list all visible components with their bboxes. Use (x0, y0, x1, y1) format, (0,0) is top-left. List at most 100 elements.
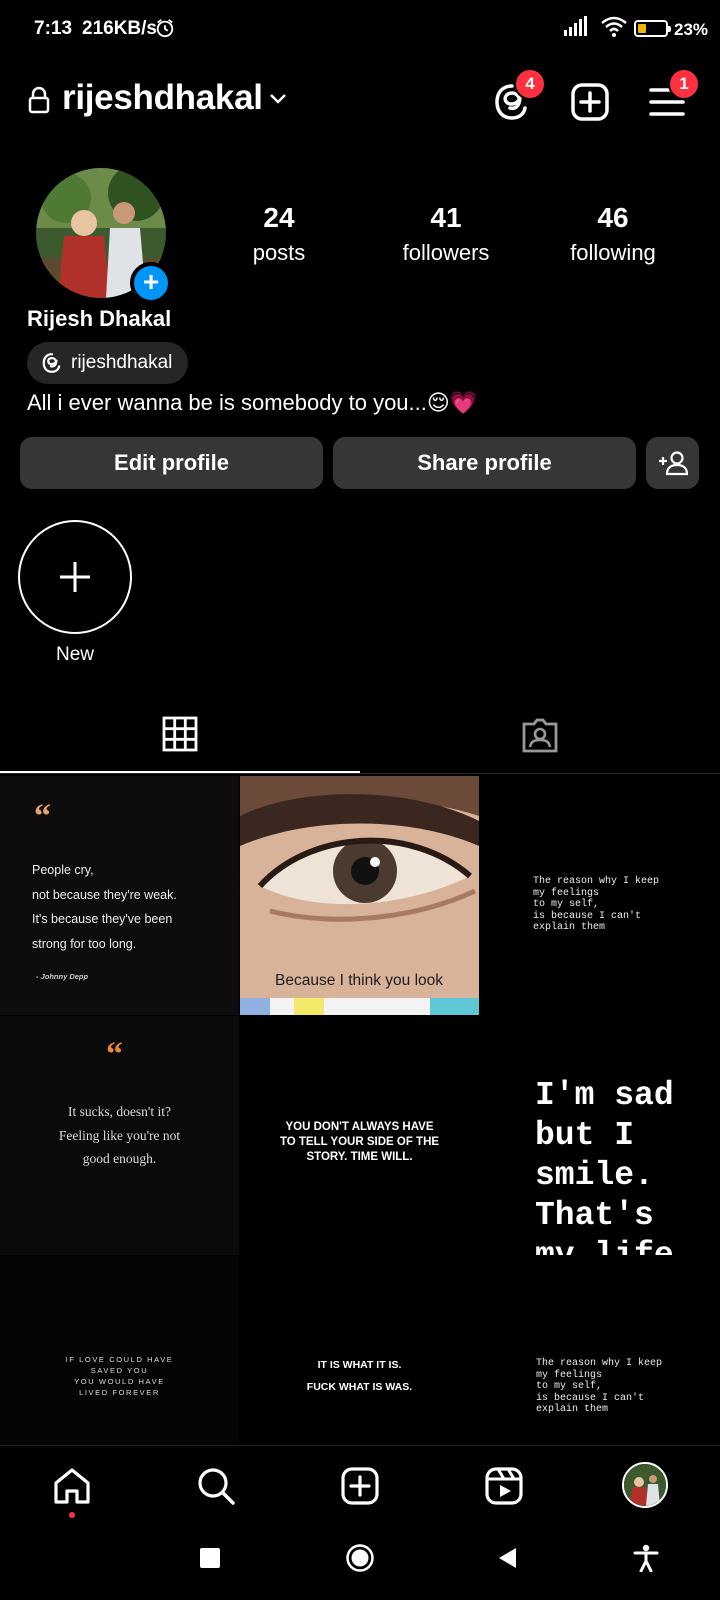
post-caption: Because I think you look (275, 972, 444, 989)
followers-count[interactable]: 41 followers (366, 202, 526, 266)
create-post-icon[interactable] (570, 82, 610, 122)
profile-nav-avatar[interactable] (622, 1462, 668, 1508)
post-author: - Johnny Depp (36, 972, 89, 981)
post-thumbnail[interactable]: “ People cry, not because they're weak. … (0, 776, 239, 1015)
share-profile-label: Share profile (417, 450, 552, 475)
plus-icon (60, 562, 90, 592)
post-line: STORY. TIME WILL. (306, 1151, 413, 1163)
post-line: to my self, (536, 1381, 603, 1392)
tab-divider (0, 773, 720, 774)
post-line: IF LOVE COULD HAVE (65, 1355, 174, 1364)
bio: All i ever wanna be is somebody to you..… (27, 390, 478, 415)
post-thumbnail[interactable]: Because I think you look (240, 776, 479, 1015)
post-thumbnail[interactable]: IF LOVE COULD HAVE SAVED YOU YOU WOULD H… (0, 1256, 239, 1445)
post-line: IT IS WHAT IT IS. (317, 1359, 402, 1371)
add-story-plus-icon[interactable]: + (130, 262, 172, 304)
post-thumbnail[interactable]: “ It sucks, doesn't it? Feeling like you… (0, 1016, 239, 1255)
post-line: The reason why I keep (533, 876, 660, 887)
post-text: IF LOVE COULD HAVE SAVED YOU YOU WOULD H… (0, 1354, 239, 1398)
post-thumbnail[interactable]: I'm sad but I smile. That's my life (480, 1016, 719, 1255)
posts-count[interactable]: 24 posts (199, 202, 359, 266)
stat-value: 41 (430, 202, 462, 233)
following-count[interactable]: 46 following (533, 202, 693, 266)
post-line: my life (535, 1236, 674, 1255)
home-icon[interactable] (52, 1466, 92, 1506)
post-line: It sucks, doesn't it? (68, 1104, 171, 1119)
post-text: I'm sad but I smile. That's my life (535, 1076, 674, 1255)
avatar-photo (624, 1464, 666, 1506)
post-text: IT IS WHAT IT IS. FUCK WHAT IS WAS. (240, 1354, 479, 1398)
quote-mark: “ (34, 798, 51, 835)
post-line: is because I can't (533, 910, 642, 922)
threads-handle-pill[interactable]: rijeshdhakal (27, 342, 189, 384)
post-line: LIVED FOREVER (79, 1388, 160, 1397)
edit-profile-label: Edit profile (114, 450, 229, 475)
post-line: It's because they've been (32, 912, 173, 926)
search-icon[interactable] (196, 1466, 236, 1506)
post-line: my feelings (533, 887, 600, 899)
menu-badge: 1 (668, 68, 700, 100)
home-circle-icon[interactable] (345, 1543, 375, 1573)
lock-icon (28, 86, 50, 114)
threads-icon (42, 353, 61, 373)
post-line: Feeling like you're not (58, 1127, 181, 1143)
status-time: 7:13 (34, 18, 73, 39)
post-line: FUCK WHAT IS WAS. (306, 1381, 413, 1393)
post-text: The reason why I keep my feelings to my … (533, 876, 659, 934)
full-name: Rijesh Dhakal (27, 306, 172, 331)
stat-label: following (570, 240, 656, 265)
post-line: but I (535, 1117, 635, 1154)
home-active-dot (69, 1512, 75, 1518)
edit-profile-button[interactable]: Edit profile (20, 437, 323, 489)
post-line: People cry, (32, 863, 94, 877)
stat-value: 46 (597, 202, 629, 233)
create-icon[interactable] (340, 1466, 380, 1506)
quote-mark: “ (106, 1036, 123, 1073)
post-thumbnail[interactable]: The reason why I keep my feelings to my … (480, 1256, 719, 1445)
system-nav-bar (0, 1520, 720, 1600)
post-line: good enough. (82, 1151, 157, 1166)
post-line: my feelings (536, 1369, 603, 1381)
chevron-down-icon[interactable] (268, 88, 288, 108)
post-line: I'm sad (535, 1077, 674, 1114)
bottom-nav (0, 1445, 720, 1521)
post-line: is because I can't (536, 1392, 645, 1404)
post-text: People cry, not because they're weak. It… (32, 858, 177, 956)
post-text: It sucks, doesn't it? Feeling like you'r… (0, 1100, 239, 1171)
post-text: The reason why I keep my feelings to my … (536, 1358, 662, 1416)
stat-value: 24 (263, 202, 295, 233)
tab-posts-grid-icon[interactable] (162, 716, 198, 752)
new-highlight-button[interactable] (18, 520, 132, 634)
status-bar: 7:13 216KB/s 23% (0, 0, 720, 58)
tab-tagged-icon[interactable] (521, 716, 559, 754)
share-profile-button[interactable]: Share profile (333, 437, 636, 489)
discover-people-button[interactable] (646, 437, 699, 489)
post-line: strong for too long. (32, 936, 137, 951)
threads-button[interactable]: 4 (490, 68, 546, 124)
post-line: to my self, (533, 899, 600, 910)
recents-icon[interactable] (200, 1548, 220, 1568)
post-line: explain them (536, 1404, 609, 1415)
post-line: smile. (535, 1157, 654, 1194)
add-person-icon (658, 451, 688, 476)
stat-label: posts (252, 240, 306, 265)
post-thumbnail[interactable]: The reason why I keep my feelings to my … (480, 776, 719, 1015)
threads-badge: 4 (514, 68, 546, 100)
battery-icon (634, 20, 671, 37)
post-text: YOU DON'T ALWAYS HAVE TO TELL YOUR SIDE … (240, 1120, 479, 1165)
reels-icon[interactable] (484, 1466, 524, 1506)
post-thumbnail[interactable]: IT IS WHAT IT IS. FUCK WHAT IS WAS. (240, 1256, 479, 1445)
wifi-icon (601, 16, 627, 37)
status-net-speed: 216KB/s (82, 18, 157, 39)
post-line: YOU WOULD HAVE (74, 1377, 165, 1386)
post-line: not because they're weak. (32, 887, 177, 902)
back-icon[interactable] (496, 1546, 518, 1570)
stat-label: followers (402, 240, 490, 265)
post-line: TO TELL YOUR SIDE OF THE (279, 1136, 440, 1148)
alarm-icon (156, 19, 174, 38)
battery-percent: 23% (674, 20, 709, 39)
post-thumbnail[interactable]: YOU DON'T ALWAYS HAVE TO TELL YOUR SIDE … (240, 1016, 479, 1255)
accessibility-icon[interactable] (633, 1544, 659, 1572)
username-switcher[interactable]: rijeshdhakal (62, 78, 263, 118)
menu-button[interactable]: 1 (648, 68, 700, 122)
